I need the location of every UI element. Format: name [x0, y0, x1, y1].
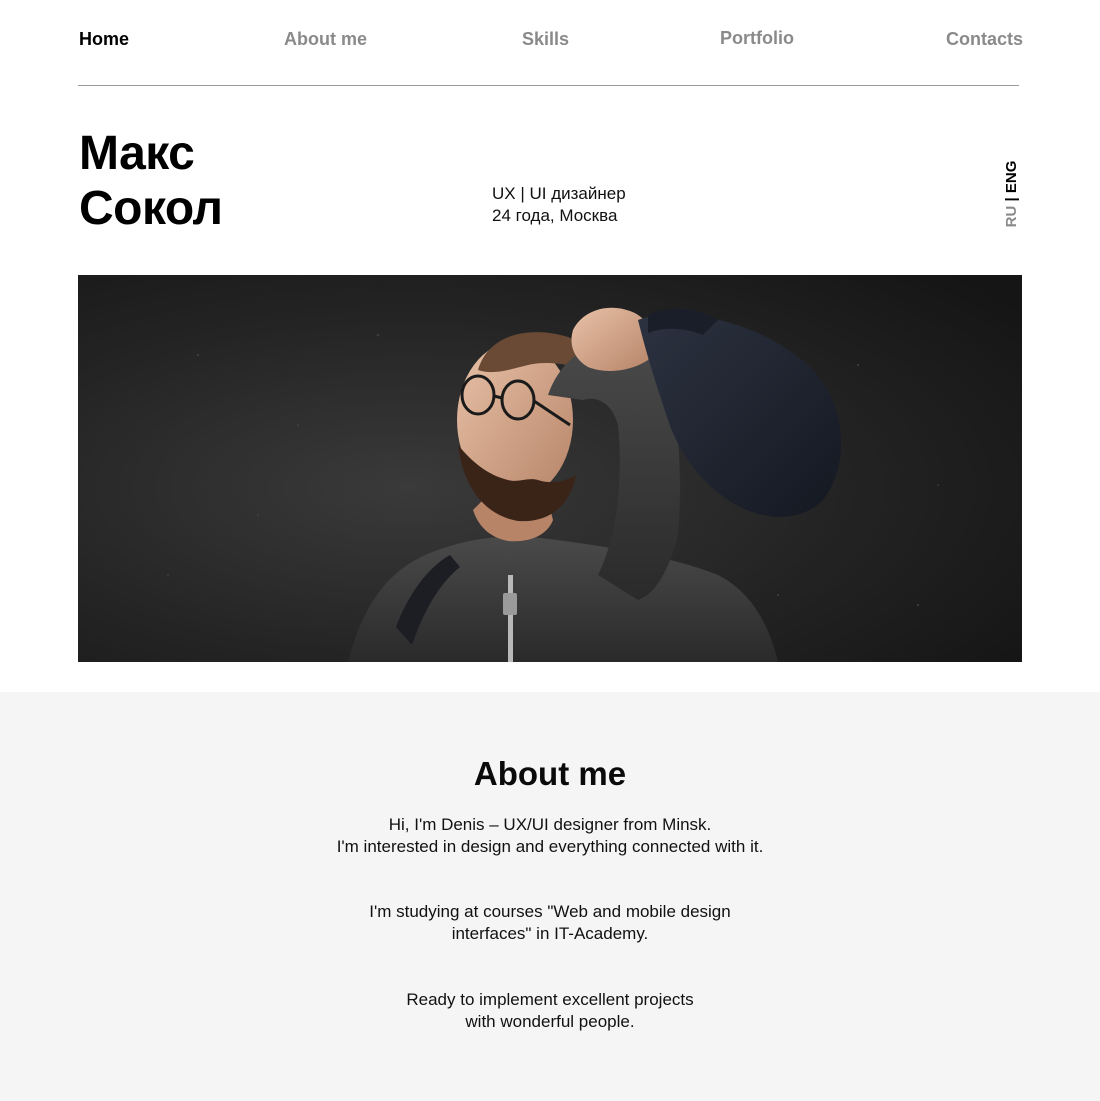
nav-item-about-me[interactable]: About me — [284, 28, 367, 50]
hero-name-first: Макс — [79, 127, 195, 180]
about-studies-line-1: I'm studying at courses "Web and mobile … — [369, 902, 731, 921]
about-intro-line-2: I'm interested in design and everything … — [336, 837, 764, 856]
portrait-photo-icon — [78, 275, 1022, 662]
about-intro-line-1: Hi, I'm Denis – UX/UI designer from Mins… — [388, 815, 712, 834]
hero-meta: UX | UI дизайнер 24 года, Москва — [492, 183, 626, 227]
language-switcher: RU | ENG — [1001, 160, 1023, 228]
about-title: About me — [473, 755, 627, 792]
about-paragraph-intro: Hi, I'm Denis – UX/UI designer from Mins… — [0, 814, 1100, 858]
hero-name: Макс Сокол — [79, 126, 223, 236]
language-separator: | — [1003, 197, 1020, 202]
hero-photo — [78, 275, 1022, 662]
about-paragraph-studies: I'm studying at courses "Web and mobile … — [0, 901, 1100, 945]
nav-divider — [78, 85, 1019, 86]
nav-item-skills[interactable]: Skills — [522, 28, 569, 50]
hero-age-city: 24 года, Москва — [492, 206, 618, 225]
language-option-ru[interactable]: RU — [1003, 206, 1020, 228]
nav-item-home[interactable]: Home — [79, 28, 129, 50]
top-navigation: Home About me Skills Portfolio Contacts — [0, 0, 1100, 90]
about-ready-line-1: Ready to implement excellent projects — [406, 990, 694, 1009]
language-option-eng[interactable]: ENG — [1003, 161, 1020, 194]
about-paragraph-ready: Ready to implement excellent projects wi… — [0, 989, 1100, 1033]
hero-role: UX | UI дизайнер — [492, 184, 626, 203]
nav-item-contacts[interactable]: Contacts — [946, 28, 1023, 50]
about-ready-line-2: with wonderful people. — [465, 1012, 635, 1031]
about-section: About me Hi, I'm Denis – UX/UI designer … — [0, 692, 1100, 1101]
hero-name-last: Сокол — [79, 182, 223, 235]
about-studies-line-2: interfaces" in IT-Academy. — [451, 924, 649, 943]
nav-item-portfolio[interactable]: Portfolio — [720, 27, 794, 49]
